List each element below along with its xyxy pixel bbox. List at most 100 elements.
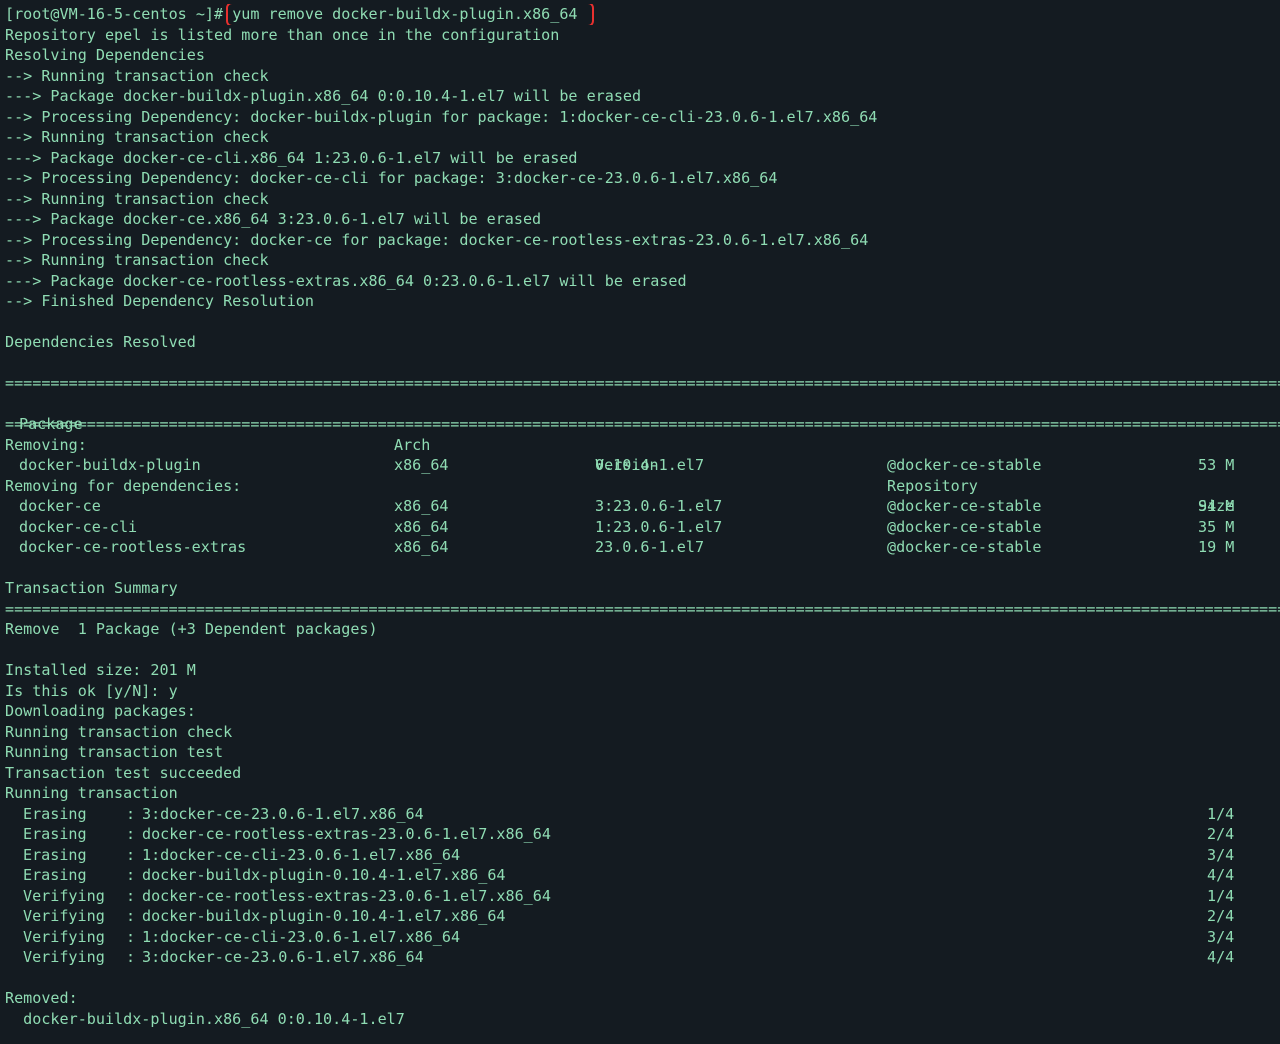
removing-rows: docker-buildx-plugin x86_64 0.10.4-1.el7 @d… — [5, 455, 1280, 476]
terminal-window[interactable]: [root@VM-16-5-centos ~]# yum remove dock… — [0, 0, 1280, 1044]
transaction-step: Erasing:3:docker-ce-23.0.6-1.el7.x86_64 1… — [5, 804, 1280, 825]
step-colon: : — [126, 907, 136, 925]
cell-repository: @docker-ce-stable — [887, 538, 1042, 556]
output-line: --> Running transaction check — [5, 66, 269, 85]
prompt-line: [root@VM-16-5-centos ~]# yum remove dock… — [5, 4, 1280, 25]
step-progress: 2/4 — [1207, 907, 1235, 925]
cell-version: 1:23.0.6-1.el7 — [595, 517, 723, 536]
step-action: Verifying — [23, 907, 105, 925]
highlighted-command: yum remove docker-buildx-plugin.x86_64 — [226, 4, 594, 25]
table-separator-mid: ========================================… — [5, 415, 1280, 433]
output-line: Running transaction — [5, 784, 178, 802]
table-separator-top: ========================================… — [5, 374, 1280, 392]
output-line: --> Processing Dependency: docker-ce-cli… — [5, 169, 778, 187]
table-row: docker-buildx-plugin x86_64 0.10.4-1.el7 @d… — [5, 455, 1280, 476]
step-action: Erasing — [23, 804, 87, 823]
step-package: docker-ce-rootless-extras-23.0.6-1.el7.x… — [142, 886, 551, 905]
cell-arch: x86_64 — [394, 538, 449, 556]
shell-prompt: [root@VM-16-5-centos ~]# — [5, 5, 233, 23]
cell-version: 0.10.4-1.el7 — [595, 456, 705, 474]
removing-label: Removing: — [5, 435, 87, 454]
table-row: docker-ce-rootless-extras x86_64 23.0.6-1.… — [5, 537, 1280, 558]
step-package: 1:docker-ce-cli-23.0.6-1.el7.x86_64 — [142, 845, 461, 864]
step-colon: : — [126, 866, 136, 884]
cell-package: docker-ce — [19, 497, 101, 515]
step-package: docker-buildx-plugin-0.10.4-1.el7.x86_64 — [142, 907, 506, 925]
step-colon: : — [126, 825, 136, 843]
step-colon: : — [126, 804, 136, 823]
output-line: Installed size: 201 M — [5, 661, 196, 679]
cell-arch: x86_64 — [394, 497, 449, 515]
header-package: Package — [19, 415, 83, 433]
step-package: docker-ce-rootless-extras-23.0.6-1.el7.x… — [142, 825, 551, 843]
step-action: Verifying — [23, 948, 105, 966]
cell-package: docker-buildx-plugin — [19, 456, 201, 474]
transaction-step: Verifying:3:docker-ce-23.0.6-1.el7.x86_6… — [5, 947, 1280, 968]
output-line: Downloading packages: — [5, 702, 196, 720]
transaction-step: Erasing: docker-buildx-plugin-0.10.4-1.el… — [5, 865, 1280, 886]
cell-version: 23.0.6-1.el7 — [595, 538, 705, 556]
output-line: --> Running transaction check — [5, 251, 269, 269]
step-progress: 1/4 — [1207, 804, 1235, 823]
cell-repository: @docker-ce-stable — [887, 497, 1042, 515]
transaction-steps: Erasing:3:docker-ce-23.0.6-1.el7.x86_64 1… — [5, 804, 1280, 968]
step-progress: 3/4 — [1207, 845, 1235, 864]
transaction-output: Installed size: 201 M Is this ok [y/N]: y… — [5, 660, 1280, 804]
step-package: 1:docker-ce-cli-23.0.6-1.el7.x86_64 — [142, 927, 461, 946]
transaction-step: Verifying: docker-buildx-plugin-0.10.4-1.… — [5, 906, 1280, 927]
header-repository: Repository — [887, 476, 978, 495]
output-line: Is this ok [y/N]: y — [5, 681, 178, 700]
dependency-rows: docker-ce x86_64 3:23.0.6-1.el7 @docker-ce-… — [5, 496, 1280, 558]
output-line: --> Running transaction check — [5, 128, 269, 146]
step-colon: : — [126, 948, 136, 966]
cell-package: docker-ce-cli — [19, 517, 138, 536]
cell-arch: x86_64 — [394, 517, 449, 536]
step-colon: : — [126, 886, 136, 905]
summary-separator: ========================================… — [5, 599, 1280, 618]
cell-size: 94 M — [1198, 497, 1235, 515]
step-package: 3:docker-ce-23.0.6-1.el7.x86_64 — [142, 804, 424, 823]
output-line: ---> Package docker-ce-rootless-extras.x… — [5, 271, 687, 290]
transaction-step: Erasing: docker-ce-rootless-extras-23.0.6… — [5, 824, 1280, 845]
transaction-step: Verifying:1:docker-ce-cli-23.0.6-1.el7.x… — [5, 927, 1280, 948]
deps-label: Removing for dependencies: — [5, 476, 242, 495]
step-action: Verifying — [23, 886, 105, 905]
cell-version: 3:23.0.6-1.el7 — [595, 497, 723, 515]
output-line: ---> Package docker-ce-cli.x86_64 1:23.0… — [5, 148, 578, 167]
step-action: Erasing — [23, 845, 87, 864]
step-package: 3:docker-ce-23.0.6-1.el7.x86_64 — [142, 948, 424, 966]
step-progress: 1/4 — [1207, 886, 1235, 905]
table-row: docker-ce-cli x86_64 1:23.0.6-1.el7 @docker… — [5, 517, 1280, 538]
transaction-step: Verifying: docker-ce-rootless-extras-23.0… — [5, 886, 1280, 907]
step-action: Erasing — [23, 825, 87, 843]
resolution-output: Repository epel is listed more than once… — [5, 25, 1280, 374]
step-progress: 4/4 — [1207, 866, 1235, 884]
cell-repository: @docker-ce-stable — [887, 517, 1042, 536]
table-header: Package Arch Version Repository Size — [5, 394, 1280, 515]
step-action: Verifying — [23, 927, 105, 946]
header-arch: Arch — [394, 435, 431, 454]
cell-size: 35 M — [1198, 517, 1235, 536]
step-progress: 4/4 — [1207, 948, 1235, 966]
output-line: --> Running transaction check — [5, 189, 269, 208]
step-colon: : — [126, 927, 136, 946]
step-package: docker-buildx-plugin-0.10.4-1.el7.x86_64 — [142, 866, 506, 884]
output-line: --> Processing Dependency: docker-ce for… — [5, 230, 869, 249]
output-line: Running transaction check — [5, 722, 233, 741]
output-line: ---> Package docker-ce.x86_64 3:23.0.6-1… — [5, 210, 542, 228]
output-line: --> Processing Dependency: docker-buildx… — [5, 107, 878, 126]
summary-line: Remove 1 Package (+3 Dependent packages) — [5, 620, 378, 638]
output-line: Repository epel is listed more than once… — [5, 25, 560, 44]
cell-size: 19 M — [1198, 538, 1235, 556]
output-line: --> Finished Dependency Resolution — [5, 292, 314, 310]
transaction-step: Erasing:1:docker-ce-cli-23.0.6-1.el7.x86… — [5, 845, 1280, 866]
output-line: Dependencies Resolved — [5, 333, 196, 351]
output-line: Running transaction test — [5, 743, 224, 761]
table-row: docker-ce x86_64 3:23.0.6-1.el7 @docker-ce-… — [5, 496, 1280, 517]
step-action: Erasing — [23, 866, 87, 884]
